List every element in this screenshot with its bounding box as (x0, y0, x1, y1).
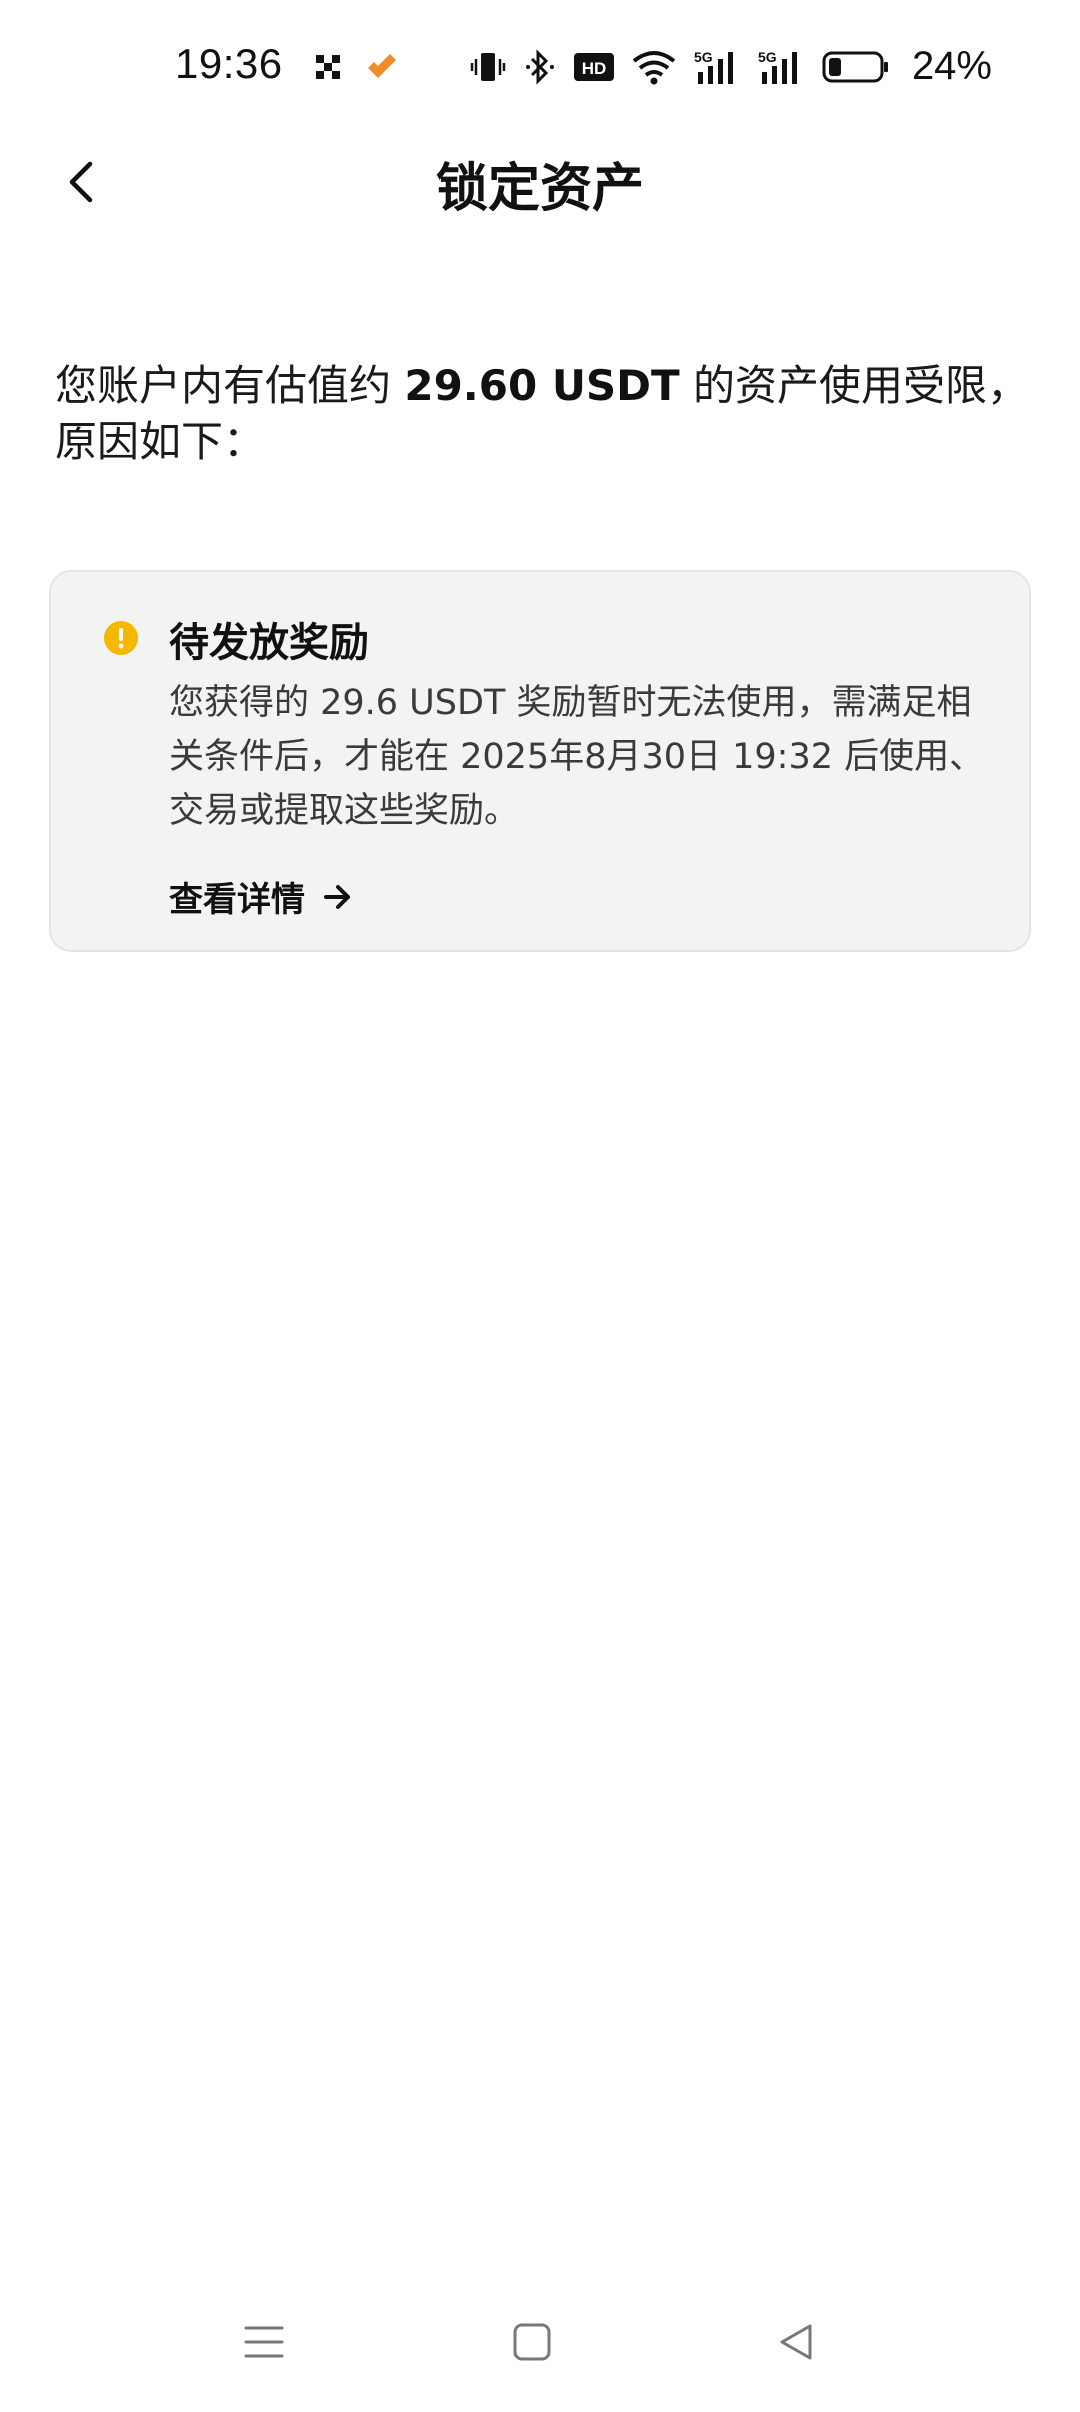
signal-5g-icon-1: 5G (694, 48, 740, 86)
locked-assets-summary: 您账户内有估值约 29.60 USDT 的资产使用受限，原因如下： (55, 358, 1035, 470)
battery-icon (822, 50, 890, 84)
status-time: 19:36 (175, 40, 283, 87)
orange-app-icon (364, 52, 400, 82)
svg-text:HD: HD (582, 59, 607, 78)
card-description: 您获得的 29.6 USDT 奖励暂时无法使用，需满足相关条件后，才能在 202… (169, 683, 985, 831)
view-details-label: 查看详情 (169, 880, 305, 920)
signal-5g-icon-2: 5G (758, 48, 804, 86)
nav-home-button[interactable] (502, 2312, 562, 2372)
arrow-right-icon (324, 884, 350, 909)
card-title: 待发放奖励 (169, 620, 369, 666)
menu-icon (244, 2326, 284, 2358)
locked-amount: 29.60 USDT (404, 361, 680, 410)
svg-text:5G: 5G (758, 49, 777, 65)
bluetooth-icon (524, 48, 556, 85)
system-nav-bar (0, 2272, 1080, 2412)
nav-menu-button[interactable] (234, 2312, 294, 2372)
triangle-back-icon (780, 2324, 812, 2360)
exclamation-circle-icon (104, 621, 138, 655)
header: 锁定资产 (0, 130, 1080, 230)
page-title: 锁定资产 (435, 159, 644, 219)
status-right-icons: HD 5G 5G 24% (470, 44, 992, 89)
status-left-icons (314, 52, 400, 82)
hd-icon: HD (573, 52, 614, 82)
view-details-link[interactable]: 查看详情 (169, 872, 353, 921)
wifi-icon (632, 49, 676, 85)
svg-text:5G: 5G (694, 49, 713, 65)
summary-prefix: 您账户内有估值约 (55, 361, 405, 410)
home-square-icon (513, 2323, 551, 2361)
pending-rewards-card: 待发放奖励 您获得的 29.6 USDT 奖励暂时无法使用，需满足相关条件后，才… (49, 570, 1031, 952)
nav-back-button[interactable] (766, 2312, 826, 2372)
vibrate-icon (470, 49, 506, 85)
battery-percent: 24% (911, 44, 992, 88)
status-bar: 19:36 HD 5G 5G 24% (0, 0, 1080, 140)
x-app-icon (314, 53, 342, 81)
